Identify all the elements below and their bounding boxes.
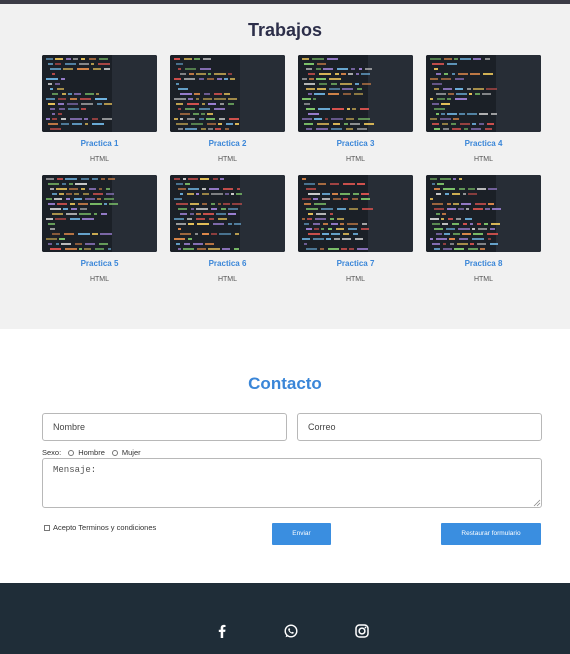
radio-mujer[interactable] [111, 449, 118, 456]
work-card[interactable]: Practica 5 HTML [42, 175, 157, 290]
work-card-title[interactable]: Practica 3 [298, 139, 413, 148]
code-thumbnail [298, 55, 413, 132]
work-card-subtitle: HTML [89, 276, 110, 283]
work-card-subtitle: HTML [217, 156, 238, 163]
contact-title: Contacto [248, 374, 322, 393]
code-thumbnail [298, 175, 413, 252]
radio-mujer-label: Mujer [121, 448, 141, 457]
work-card-title[interactable]: Practica 5 [42, 259, 157, 268]
work-card[interactable]: Practica 8 HTML [426, 175, 541, 290]
facebook-icon[interactable] [214, 623, 230, 639]
work-card-title[interactable]: Practica 8 [426, 259, 541, 268]
work-card-subtitle: HTML [89, 156, 110, 163]
radio-hombre-label: Hombre [78, 448, 105, 457]
gender-label: Sexo: [42, 448, 62, 457]
footer [0, 583, 570, 654]
whatsapp-icon[interactable] [283, 623, 299, 639]
work-card-title[interactable]: Practica 2 [170, 139, 285, 148]
work-card[interactable]: Practica 4 HTML [426, 55, 541, 170]
instagram-icon[interactable] [354, 623, 370, 639]
work-card-subtitle: HTML [217, 276, 238, 283]
code-thumbnail [426, 175, 541, 252]
work-card[interactable]: Practica 1 HTML [42, 55, 157, 170]
code-thumbnail [42, 175, 157, 252]
resize-grip-icon[interactable] [533, 499, 541, 507]
work-card-subtitle: HTML [345, 276, 366, 283]
work-card[interactable]: Practica 7 HTML [298, 175, 413, 290]
work-card[interactable]: Practica 6 HTML [170, 175, 285, 290]
terms-label: Acepto Terminos y condiciones [53, 523, 157, 532]
code-thumbnail [42, 55, 157, 132]
work-card[interactable]: Practica 3 HTML [298, 55, 413, 170]
message-textarea[interactable] [42, 458, 542, 508]
work-card-title[interactable]: Practica 7 [298, 259, 413, 268]
work-card-title[interactable]: Practica 6 [170, 259, 285, 268]
work-card-subtitle: HTML [473, 276, 494, 283]
terms-row: Acepto Terminos y condiciones [44, 523, 156, 532]
reset-button[interactable]: Restaurar formulario [441, 523, 541, 545]
gender-group: Sexo: Hombre Mujer [42, 448, 141, 457]
work-card-subtitle: HTML [345, 156, 366, 163]
name-input[interactable] [42, 413, 287, 441]
works-grid: Practica 1 HTML Practica 2 HTML Practica… [42, 55, 542, 295]
work-card-subtitle: HTML [473, 156, 494, 163]
code-thumbnail [170, 55, 285, 132]
work-card-title[interactable]: Practica 1 [42, 139, 157, 148]
work-card-title[interactable]: Practica 4 [426, 139, 541, 148]
work-card[interactable]: Practica 2 HTML [170, 55, 285, 170]
email-input[interactable] [297, 413, 542, 441]
code-thumbnail [426, 55, 541, 132]
works-title: Trabajos [247, 20, 323, 40]
radio-hombre[interactable] [68, 449, 75, 456]
submit-button[interactable]: Enviar [272, 523, 331, 545]
terms-checkbox[interactable] [44, 524, 50, 531]
code-thumbnail [170, 175, 285, 252]
